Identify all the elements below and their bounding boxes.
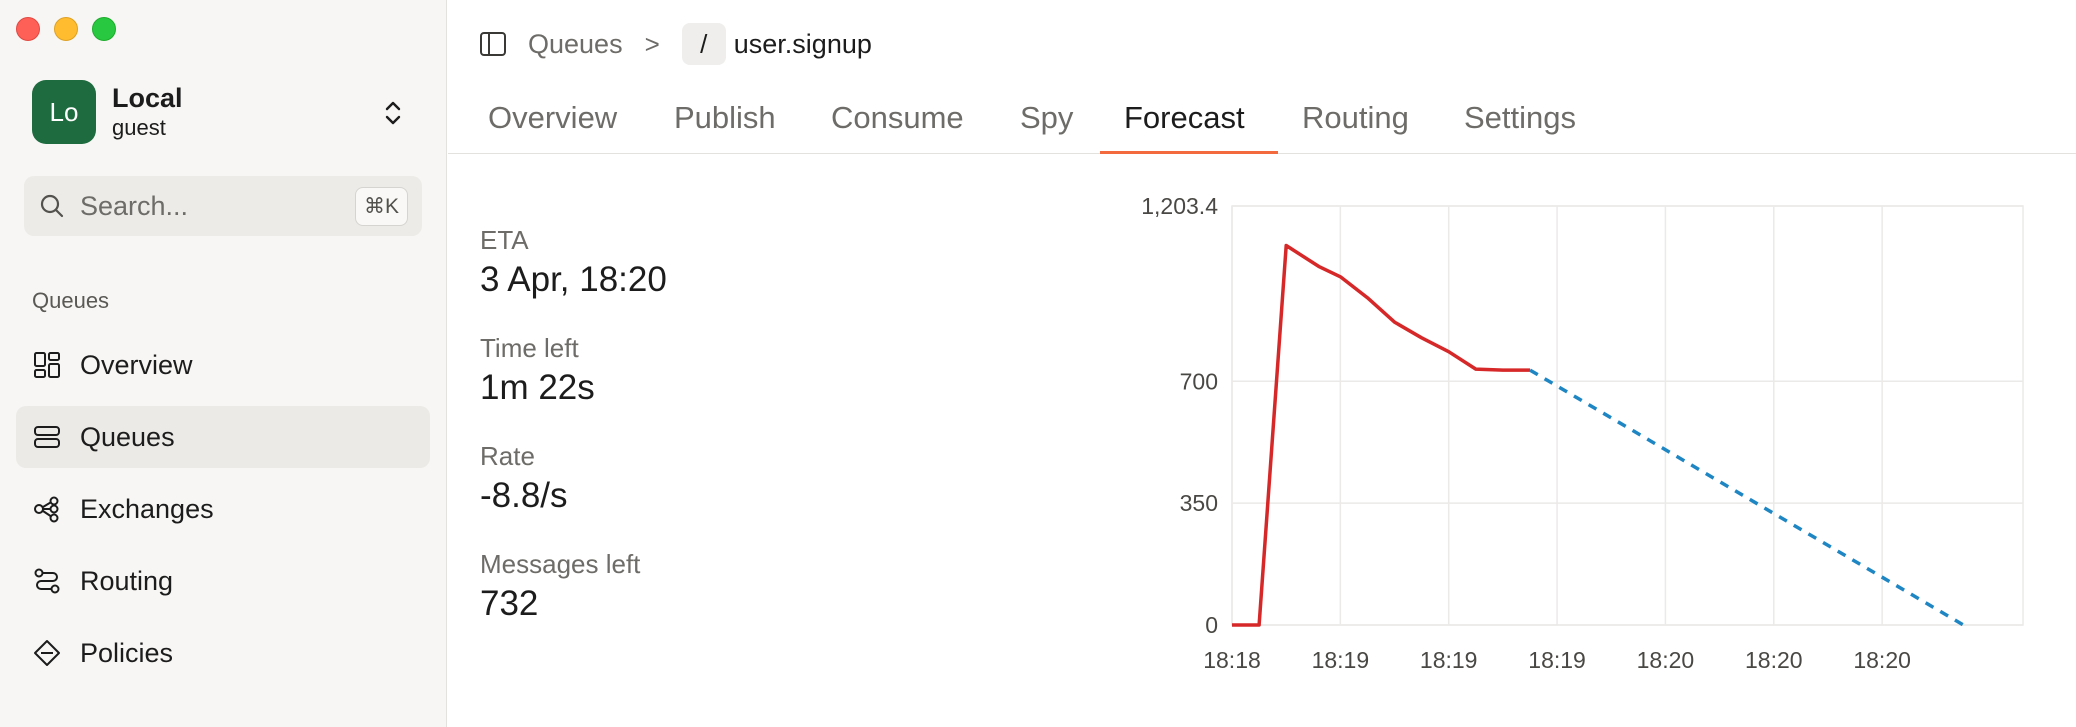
sidebar-toggle-icon[interactable]: [478, 29, 508, 59]
tab-forecast[interactable]: Forecast: [1124, 100, 1245, 154]
search-icon: [40, 194, 64, 218]
eta-label: ETA: [480, 225, 529, 255]
breadcrumb-separator: >: [644, 28, 660, 59]
y-tick-label: 350: [1180, 490, 1218, 516]
x-tick-label: 18:20: [1745, 647, 1803, 673]
chevron-up-down-icon[interactable]: [378, 96, 408, 130]
forecast-line: [1529, 368, 1965, 627]
exchanges-icon: [34, 496, 59, 523]
x-tick-label: 18:19: [1528, 647, 1586, 673]
sidebar-item-label: Overview: [80, 349, 193, 380]
search-input[interactable]: Search... ⌘K: [24, 176, 422, 236]
messages-left-value: 732: [480, 584, 539, 623]
sidebar-item-label: Exchanges: [80, 493, 214, 524]
x-tick-label: 18:18: [1203, 647, 1261, 673]
breadcrumb-queues-link[interactable]: Queues: [528, 29, 623, 60]
maximize-window-button[interactable]: [92, 17, 116, 41]
sidebar-item-policies[interactable]: Policies: [16, 622, 430, 684]
account-name: Local: [112, 83, 183, 113]
vhost-badge: /: [681, 23, 726, 65]
messages-left-label: Messages left: [480, 549, 641, 579]
x-tick-label: 18:19: [1420, 647, 1478, 673]
tab-spy[interactable]: Spy: [1020, 100, 1073, 154]
tab-overview[interactable]: Overview: [488, 100, 617, 154]
avatar: Lo: [32, 80, 96, 144]
tab-bar: Overview Publish Consume Spy Forecast Ro…: [448, 86, 2076, 154]
time-left-value: 1m 22s: [480, 368, 595, 407]
sidebar-item-label: Policies: [80, 637, 174, 668]
queues-icon: [34, 426, 60, 448]
sidebar-item-exchanges[interactable]: Exchanges: [16, 478, 430, 540]
y-tick-label: 700: [1180, 368, 1218, 394]
tab-consume[interactable]: Consume: [831, 100, 964, 154]
time-left-label: Time left: [480, 333, 579, 363]
rate-label: Rate: [480, 441, 535, 471]
sidebar: Lo Local guest Search... ⌘K Queues Overv…: [0, 0, 447, 727]
eta-value: 3 Apr, 18:20: [480, 260, 667, 299]
policies-icon: [34, 640, 60, 666]
sidebar-item-label: Queues: [80, 421, 175, 452]
close-window-button[interactable]: [16, 17, 40, 41]
sidebar-item-overview[interactable]: Overview: [16, 334, 430, 396]
sidebar-item-queues[interactable]: Queues: [16, 406, 430, 468]
minimize-window-button[interactable]: [54, 17, 78, 41]
routing-icon: [34, 568, 60, 594]
sidebar-item-label: Routing: [80, 565, 174, 596]
y-tick-label: 1,203.4: [1141, 193, 1218, 219]
forecast-chart: 1,203.4 700 350 0 18:18 18:19 18:19 18:19 18:20 1…: [1141, 193, 2024, 673]
sidebar-item-routing[interactable]: Routing: [16, 550, 430, 612]
breadcrumb-queue-name: user.signup: [733, 28, 872, 59]
account-switcher[interactable]: Lo Local guest: [32, 78, 416, 146]
search-shortcut: ⌘K: [354, 186, 408, 226]
window-controls: [16, 17, 116, 41]
y-tick-label: 0: [1205, 612, 1218, 638]
tab-publish[interactable]: Publish: [674, 100, 776, 154]
x-tick-label: 18:20: [1853, 647, 1911, 673]
account-user: guest: [112, 115, 166, 140]
forecast-stats: ETA 3 Apr, 18:20 Time left 1m 22s Rate -…: [480, 222, 667, 654]
search-placeholder: Search...: [80, 190, 189, 221]
sidebar-section-label: Queues: [32, 288, 110, 313]
layout-dashboard-icon: [34, 352, 60, 378]
actual-messages-line: [1232, 243, 1530, 627]
plot-frame: [1231, 205, 2024, 626]
rate-value: -8.8/s: [480, 476, 568, 515]
x-tick-label: 18:20: [1637, 647, 1695, 673]
sidebar-nav: Overview Queues Exchanges Routing Polici…: [16, 334, 430, 694]
breadcrumb: Queues > / user.signup: [478, 22, 872, 66]
active-tab-indicator: [1100, 151, 1278, 154]
tab-routing[interactable]: Routing: [1302, 100, 1409, 154]
tab-settings[interactable]: Settings: [1464, 100, 1576, 154]
x-tick-label: 18:19: [1312, 647, 1370, 673]
